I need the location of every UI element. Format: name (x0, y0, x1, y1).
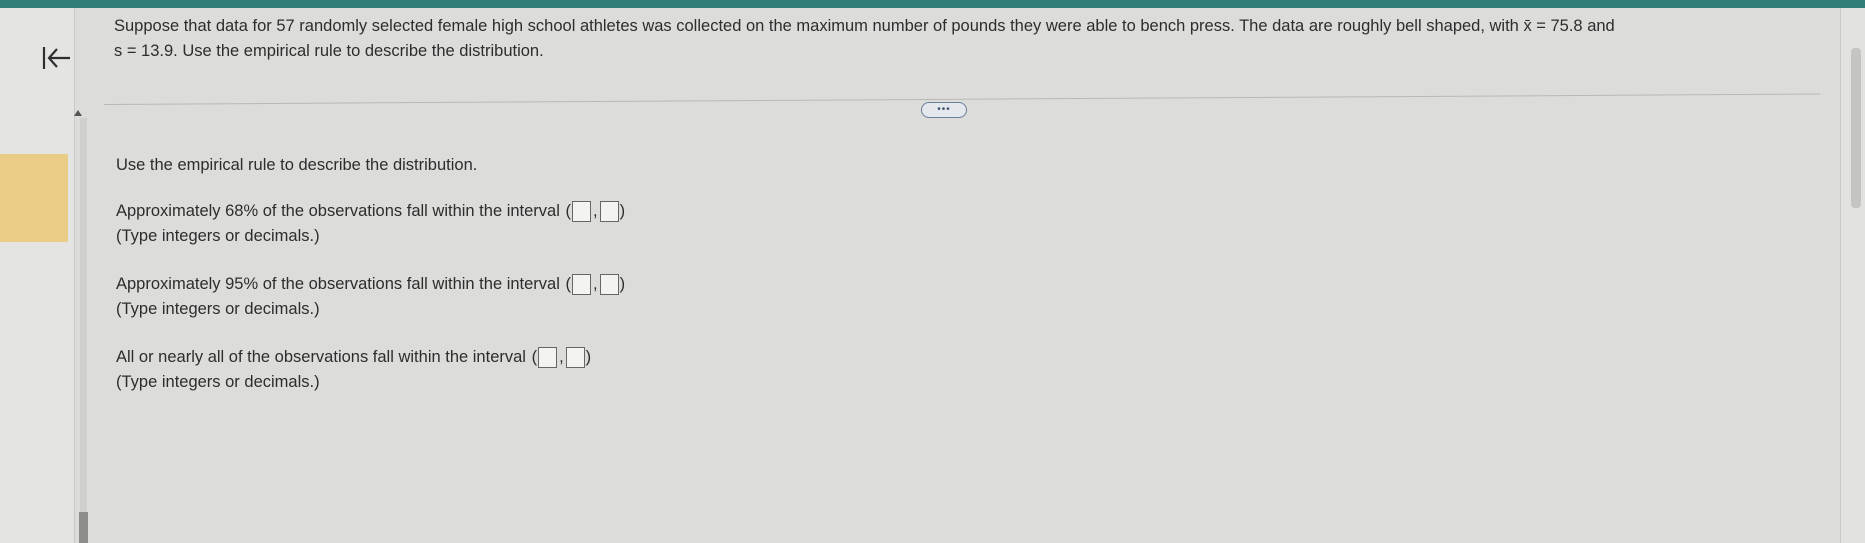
interval-68-lower-input[interactable] (572, 200, 591, 222)
question-line-1: Suppose that data for 57 randomly select… (114, 17, 1615, 35)
right-scrollbar-thumb[interactable] (1851, 48, 1861, 208)
top-bar (0, 0, 1865, 8)
interval-68-label: Approximately 68% of the observations fa… (116, 202, 560, 220)
current-question-highlight[interactable] (0, 154, 68, 242)
question-line-2: s = 13.9. Use the empirical rule to desc… (114, 42, 544, 60)
close-paren: ) (619, 275, 626, 293)
open-paren: ( (565, 275, 572, 293)
left-scrollbar-thumb[interactable] (79, 512, 88, 543)
close-paren: ) (619, 202, 626, 220)
interval-68-item: Approximately 68% of the observations fa… (116, 200, 1016, 247)
interval-all-hint: (Type integers or decimals.) (116, 373, 320, 391)
expand-question-button[interactable]: ••• (921, 102, 967, 118)
interval-all-upper-input[interactable] (565, 346, 585, 368)
interval-95-label: Approximately 95% of the observations fa… (116, 275, 560, 293)
left-scrollbar-track[interactable] (80, 118, 87, 543)
question-text: Suppose that data for 57 randomly select… (114, 14, 1794, 64)
open-paren: ( (531, 348, 538, 366)
left-rail (0, 8, 75, 543)
interval-95-lower-input[interactable] (572, 273, 591, 295)
arrow-left-to-bar-icon (42, 47, 70, 69)
comma: , (593, 275, 598, 293)
comma: , (593, 202, 598, 220)
interval-all-label: All or nearly all of the observations fa… (116, 348, 526, 366)
interval-68-hint: (Type integers or decimals.) (116, 227, 320, 245)
answer-section: Use the empirical rule to describe the d… (116, 154, 1016, 419)
close-paren: ) (585, 348, 592, 366)
scroll-up-arrow-icon[interactable] (74, 110, 82, 116)
interval-68-upper-input[interactable] (599, 200, 619, 222)
back-button[interactable] (34, 40, 78, 76)
interval-95-hint: (Type integers or decimals.) (116, 300, 320, 318)
comma: , (559, 348, 564, 366)
interval-all-item: All or nearly all of the observations fa… (116, 346, 1016, 393)
right-scrollbar[interactable] (1840, 8, 1865, 543)
interval-95-item: Approximately 95% of the observations fa… (116, 273, 1016, 320)
interval-all-lower-input[interactable] (538, 346, 558, 368)
open-paren: ( (565, 202, 572, 220)
ellipsis-icon: ••• (937, 104, 951, 115)
interval-95-upper-input[interactable] (599, 273, 619, 295)
instructions: Use the empirical rule to describe the d… (116, 156, 478, 174)
